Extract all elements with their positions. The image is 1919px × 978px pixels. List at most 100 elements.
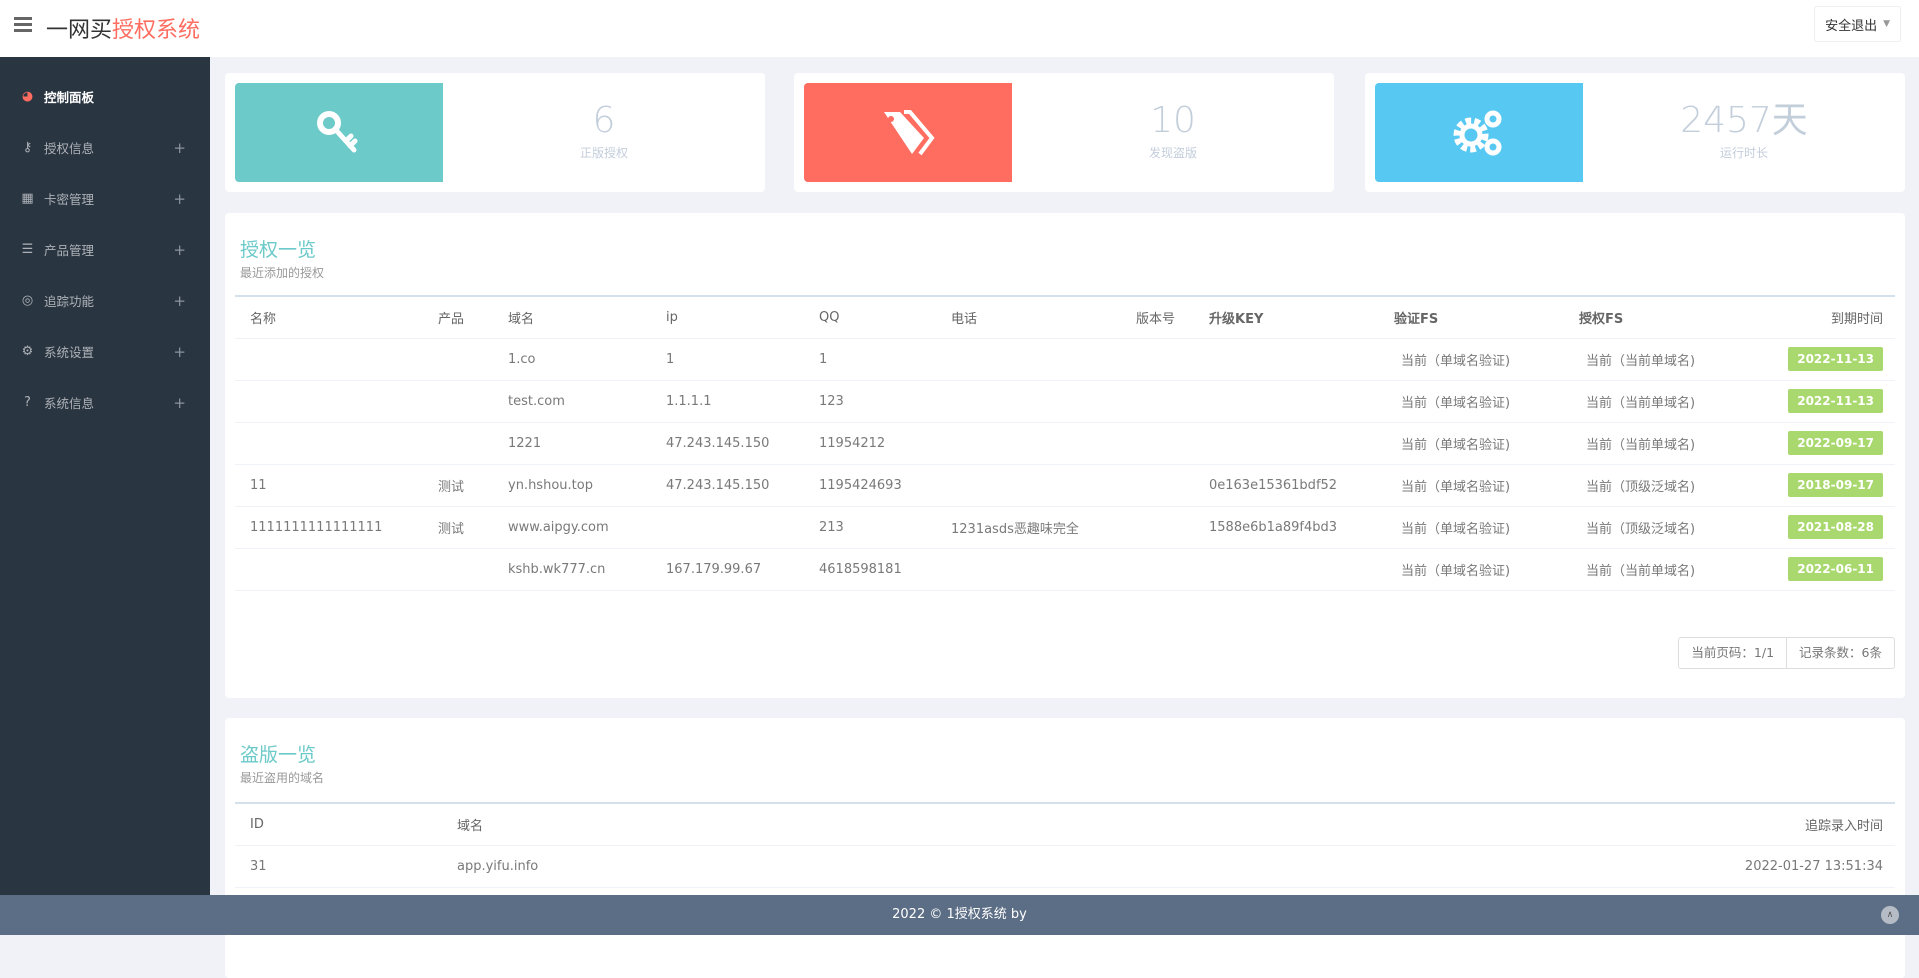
sidebar-item-1[interactable]: ⚷ 授权信息 + <box>0 122 210 173</box>
list-icon: ☰ <box>21 242 34 257</box>
table-cell: kshb.wk777.cn <box>493 547 651 591</box>
stat-label: 运行时长 <box>1719 146 1768 160</box>
table-cell: 1 <box>651 337 804 380</box>
table-cell <box>1121 463 1194 506</box>
question-icon: ? <box>24 395 31 410</box>
column-header: 验证FS <box>1394 311 1439 327</box>
table-cell: app.yifu.info <box>442 844 1442 888</box>
table-cell: 11 <box>235 463 423 506</box>
table-row: test.com 1.1.1.1 123 当前（单域名验证) 当前（当前单域名) 2022… <box>235 379 1895 422</box>
column-header: 产品 <box>438 311 465 327</box>
stat-label: 发现盗版 <box>1148 146 1197 160</box>
table-cell <box>423 379 493 422</box>
table-cell: 当前（顶级泛域名) <box>1564 505 1749 548</box>
table-cell: 2021-08-28 <box>1749 505 1895 548</box>
stat-value: 6 <box>592 100 616 141</box>
table-cell: 当前（单域名验证) <box>1379 337 1564 380</box>
column-header: 电话 <box>951 311 978 327</box>
piracy-panel: 盗版一览 最近盗用的域名 ID 域名 追踪录入时间 31 app.yifu.info 2… <box>225 718 1905 978</box>
table-cell <box>1194 337 1379 380</box>
table-cell: 1111111111111111 <box>235 505 423 548</box>
stat-label: 正版授权 <box>579 146 628 160</box>
table-cell: 1231asds恶趣味完全 <box>936 505 1121 548</box>
target-icon: ◎ <box>21 293 34 308</box>
table-cell <box>1194 547 1379 591</box>
table-cell: 当前（单域名验证) <box>1379 379 1564 422</box>
menu-toggle-icon[interactable] <box>14 17 32 33</box>
sidebar-item-5[interactable]: ⚙ 系统设置 + <box>0 326 210 377</box>
column-header: 追踪录入时间 <box>1804 818 1883 834</box>
auth-panel: 授权一览 最近添加的授权 名称 产品 域名 ip QQ 电话 版本号 升级KEY 验证FS 授权F… <box>225 213 1905 698</box>
key-icon: ⚷ <box>22 140 33 155</box>
table-cell: 1.1.1.1 <box>651 379 804 422</box>
table-cell: 2018-09-17 <box>1749 463 1895 506</box>
table-cell: 测试 <box>423 505 493 548</box>
expand-icon[interactable]: + <box>173 241 186 259</box>
expand-icon[interactable]: + <box>173 394 186 412</box>
panel-subtitle: 最近添加的授权 <box>240 266 325 280</box>
expand-icon[interactable]: + <box>173 292 186 310</box>
table-cell: 47.243.145.150 <box>651 421 804 464</box>
table-cell <box>1194 379 1379 422</box>
table-row: kshb.wk777.cn 167.179.99.67 4618598181 当前（单… <box>235 547 1895 591</box>
sidebar-item-label: 系统信息 <box>44 396 95 411</box>
sidebar-item-2[interactable]: ▦ 卡密管理 + <box>0 173 210 224</box>
table-cell: 1195424693 <box>804 463 936 506</box>
expand-icon[interactable]: + <box>173 139 186 157</box>
scroll-to-top-button[interactable]: ∧ <box>1881 906 1899 924</box>
table-cell <box>1121 379 1194 422</box>
table-cell: 当前（单域名验证) <box>1379 421 1564 464</box>
table-cell <box>235 421 423 464</box>
column-header: ip <box>666 309 678 325</box>
table-cell: 2022-09-17 <box>1749 421 1895 464</box>
expand-icon[interactable]: + <box>173 343 186 361</box>
record-count[interactable]: 记录条数：6条 <box>1786 638 1894 668</box>
piracy-table: ID 域名 追踪录入时间 31 app.yifu.info 2022-01-27 13:… <box>235 802 1895 888</box>
stat-value: 10 <box>1150 100 1196 141</box>
table-cell <box>936 337 1121 380</box>
auth-table: 名称 产品 域名 ip QQ 电话 版本号 升级KEY 验证FS 授权FS 到期时间 1.co 1 1 当… <box>235 295 1895 591</box>
expiry-badge: 2022-09-17 <box>1788 431 1883 455</box>
column-header: ID <box>250 816 264 832</box>
expand-icon[interactable]: + <box>173 190 186 208</box>
current-page[interactable]: 当前页码：1/1 <box>1679 638 1786 668</box>
table-cell: 1.co <box>493 337 651 380</box>
table-cell: 11954212 <box>804 421 936 464</box>
expiry-badge: 2018-09-17 <box>1788 473 1883 497</box>
table-cell: 2022-01-27 13:51:34 <box>1442 844 1895 888</box>
table-cell: 123 <box>804 379 936 422</box>
table-cell: test.com <box>493 379 651 422</box>
table-row: 31 app.yifu.info 2022-01-27 13:51:34 <box>235 844 1895 888</box>
qrcode-icon: ▦ <box>21 191 34 206</box>
table-cell: 当前（当前单域名) <box>1564 379 1749 422</box>
table-cell: 1221 <box>493 421 651 464</box>
logout-dropdown[interactable]: 安全退出 ▼ <box>1814 6 1901 42</box>
sidebar-item-4[interactable]: ◎ 追踪功能 + <box>0 275 210 326</box>
table-cell: 31 <box>235 844 442 888</box>
sidebar-item-0[interactable]: ◕ 控制面板 <box>0 71 210 122</box>
column-header: QQ <box>819 309 840 325</box>
expiry-badge: 2022-11-13 <box>1788 347 1883 371</box>
table-cell <box>651 505 804 548</box>
table-cell <box>1121 337 1194 380</box>
table-cell <box>936 547 1121 591</box>
table-cell: 当前（单域名验证) <box>1379 547 1564 591</box>
sidebar: ◕ 控制面板 ⚷ 授权信息 + ▦ 卡密管理 + ☰ 产品管理 + ◎ 追踪功能 + ⚙ 系统设置 +? 系统信息… <box>0 57 210 895</box>
table-cell: 1 <box>804 337 936 380</box>
stat-card-uptime: 2457天 运行时长 <box>1365 73 1905 192</box>
expiry-badge: 2022-11-13 <box>1788 389 1883 413</box>
table-cell <box>1121 505 1194 548</box>
table-cell: 2022-06-11 <box>1749 547 1895 591</box>
table-cell: 167.179.99.67 <box>651 547 804 591</box>
logout-label: 安全退出 <box>1825 18 1878 34</box>
table-cell <box>235 547 423 591</box>
brand-prefix: 一网买 <box>46 18 113 43</box>
sidebar-item-6[interactable]: ? 系统信息 + <box>0 377 210 428</box>
table-cell: 2022-11-13 <box>1749 337 1895 380</box>
table-cell: 当前（单域名验证) <box>1379 505 1564 548</box>
brand-logo[interactable]: 一网买授权系统 <box>46 12 200 44</box>
table-cell: www.aipgy.com <box>493 505 651 548</box>
sidebar-item-3[interactable]: ☰ 产品管理 + <box>0 224 210 275</box>
table-cell <box>936 379 1121 422</box>
table-cell <box>1194 421 1379 464</box>
